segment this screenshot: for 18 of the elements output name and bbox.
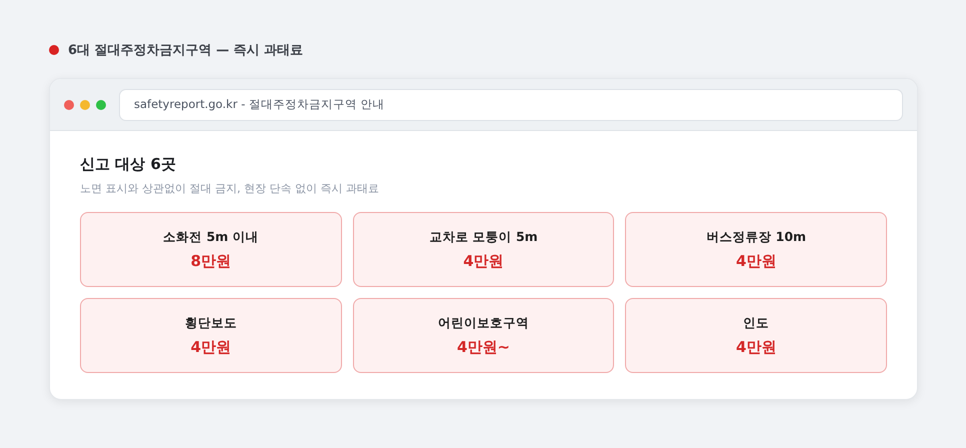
zone-name: 인도 xyxy=(743,314,770,332)
fine-amount: 8만원 xyxy=(190,252,232,270)
zone-name: 교차로 모퉁이 5m xyxy=(429,228,538,246)
zone-name: 횡단보도 xyxy=(184,314,237,332)
zone-name: 소화전 5m 이내 xyxy=(163,228,259,246)
fine-amount: 4만원 xyxy=(736,338,776,356)
address-bar[interactable]: safetyreport.go.kr - 절대주정차금지구역 안내 xyxy=(119,88,903,120)
status-dot xyxy=(49,45,59,55)
fine-amount: 4만원 xyxy=(736,252,776,270)
section-subtitle: 노면 표시와 상관없이 절대 금지, 현장 단속 없이 즉시 과태료 xyxy=(80,181,380,196)
page-heading: 6대 절대주정차금지구역 — 즉시 과태료 xyxy=(68,42,304,59)
fine-amount: 4만원~ xyxy=(456,338,510,356)
fine-amount: 4만원 xyxy=(463,252,504,270)
section-title: 신고 대상 6곳 xyxy=(80,155,177,174)
zone-name: 버스정류장 10m xyxy=(706,228,806,246)
zone-name: 어린이보호구역 xyxy=(438,314,529,332)
fine-amount: 4만원 xyxy=(190,338,232,356)
window-controls-icon[interactable] xyxy=(64,100,106,110)
